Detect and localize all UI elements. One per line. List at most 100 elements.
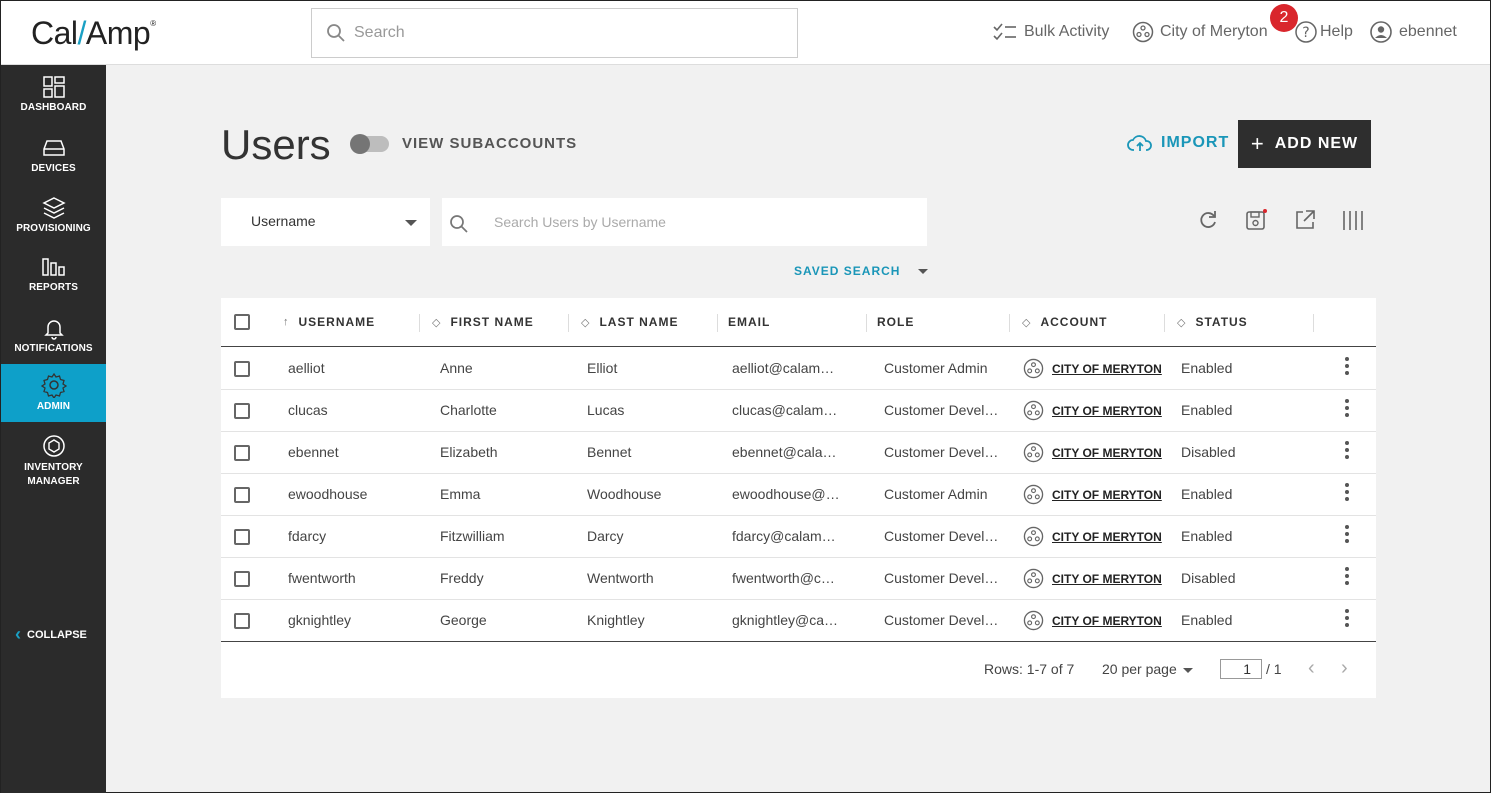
row-actions-icon[interactable] — [1345, 483, 1351, 504]
column-header-account[interactable]: ◇ ACCOUNT — [1022, 315, 1107, 329]
cell-role: Customer Admin — [884, 486, 988, 502]
row-checkbox[interactable] — [234, 613, 250, 629]
account-link[interactable]: CITY OF MERYTON — [1052, 362, 1162, 376]
user-search[interactable] — [442, 198, 927, 246]
row-actions-icon[interactable] — [1345, 399, 1351, 420]
sort-up-icon: ↑ — [283, 316, 290, 328]
bulk-activity-button[interactable]: Bulk Activity — [992, 19, 1109, 45]
row-checkbox[interactable] — [234, 571, 250, 587]
cell-last-name: Lucas — [587, 402, 625, 418]
help-icon: ? — [1295, 21, 1317, 43]
row-checkbox[interactable] — [234, 403, 250, 419]
user-avatar-icon — [1370, 21, 1392, 43]
collapse-button[interactable]: ‹ COLLAPSE — [15, 624, 87, 645]
row-actions-icon[interactable] — [1345, 567, 1351, 588]
table-row[interactable]: clucas Charlotte Lucas clucas@calam… Custome… — [221, 390, 1376, 432]
sidebar-item-inventory-manager[interactable]: INVENTORY MANAGER — [1, 425, 106, 489]
notification-badge: 2 — [1270, 4, 1298, 32]
account-link[interactable]: CITY OF MERYTON — [1052, 572, 1162, 586]
account-switcher[interactable]: City of Meryton — [1132, 19, 1268, 45]
row-actions-icon[interactable] — [1345, 441, 1351, 462]
row-actions-icon[interactable] — [1345, 357, 1351, 378]
cell-account: CITY OF MERYTON — [1023, 400, 1162, 421]
global-search[interactable] — [311, 8, 798, 58]
cell-username: gknightley — [288, 612, 352, 628]
cell-username: fdarcy — [288, 528, 327, 544]
user-menu[interactable]: ebennet — [1369, 19, 1457, 45]
table-row[interactable]: fdarcy Fitzwilliam Darcy fdarcy@calam… Custo… — [221, 516, 1376, 558]
collapse-label: COLLAPSE — [27, 628, 87, 641]
view-subaccounts-toggle[interactable] — [350, 134, 389, 154]
saved-search-button[interactable]: SAVED SEARCH — [794, 264, 929, 278]
account-icon — [1023, 400, 1044, 421]
refresh-icon[interactable] — [1198, 209, 1218, 231]
row-checkbox[interactable] — [234, 529, 250, 545]
sidebar-item-dashboard[interactable]: DASHBOARD — [1, 67, 106, 125]
table-row[interactable]: fwentworth Freddy Wentworth fwentworth@c… Cu… — [221, 558, 1376, 600]
help-button[interactable]: ? Help — [1294, 19, 1353, 45]
table-row[interactable]: aelliot Anne Elliot aelliot@calam… Customer … — [221, 348, 1376, 390]
search-field-select[interactable]: Username — [221, 198, 430, 246]
row-checkbox[interactable] — [234, 445, 250, 461]
gear-icon — [40, 372, 67, 398]
sidebar-item-reports[interactable]: REPORTS — [1, 247, 106, 305]
calamp-logo[interactable]: Cal/Amp® — [31, 15, 156, 52]
cell-account: CITY OF MERYTON — [1023, 610, 1162, 631]
save-icon[interactable] — [1245, 209, 1269, 233]
cell-account: CITY OF MERYTON — [1023, 442, 1162, 463]
sort-icon: ◇ — [581, 316, 591, 329]
row-checkbox[interactable] — [234, 487, 250, 503]
sidebar-item-devices[interactable]: DEVICES — [1, 128, 106, 186]
select-all-checkbox[interactable] — [234, 314, 250, 330]
table-row[interactable]: gknightley George Knightley gknightley@ca… C… — [221, 600, 1376, 642]
top-bar: Cal/Amp® Bulk Activity City of Meryton ?… — [1, 1, 1490, 65]
column-separator — [419, 314, 420, 332]
row-actions-icon[interactable] — [1345, 525, 1351, 546]
column-header-role: ROLE — [877, 315, 915, 329]
column-header-last-name[interactable]: ◇ LAST NAME — [581, 315, 678, 329]
cell-status: Enabled — [1181, 360, 1233, 376]
bulk-activity-label: Bulk Activity — [1024, 23, 1110, 40]
cell-email: fdarcy@calam… — [732, 528, 836, 544]
global-search-input[interactable] — [354, 19, 774, 47]
account-link[interactable]: CITY OF MERYTON — [1052, 488, 1162, 502]
row-checkbox[interactable] — [234, 361, 250, 377]
account-link[interactable]: CITY OF MERYTON — [1052, 530, 1162, 544]
cell-first-name: Fitzwilliam — [440, 528, 505, 544]
cell-status: Disabled — [1181, 444, 1236, 460]
per-page-select[interactable]: 20 per page — [1102, 661, 1193, 677]
columns-icon[interactable] — [1341, 209, 1365, 233]
users-table: ↑ USERNAME ◇ FIRST NAME ◇ LAST NAME EMAIL R… — [221, 298, 1376, 698]
account-icon — [1023, 484, 1044, 505]
export-icon[interactable] — [1294, 209, 1316, 231]
sidebar-item-notifications[interactable]: NOTIFICATIONS — [1, 308, 106, 366]
cloud-upload-icon — [1127, 135, 1152, 151]
sidebar-item-label: DASHBOARD — [20, 102, 87, 113]
column-header-first-name[interactable]: ◇ FIRST NAME — [432, 315, 534, 329]
cell-first-name: Emma — [440, 486, 481, 502]
next-page-icon[interactable]: › — [1341, 657, 1348, 680]
prev-page-icon[interactable]: ‹ — [1308, 657, 1315, 680]
account-link[interactable]: CITY OF MERYTON — [1052, 614, 1162, 628]
sort-icon: ◇ — [1022, 316, 1032, 329]
add-new-button[interactable]: + ADD NEW — [1238, 120, 1371, 168]
sidebar-item-admin[interactable]: ADMIN — [1, 364, 106, 422]
page-number-input[interactable]: 1 — [1220, 659, 1262, 679]
dashboard-icon — [42, 76, 65, 98]
user-search-input[interactable] — [494, 212, 894, 232]
inventory-icon — [42, 435, 65, 457]
bar-chart-icon — [41, 258, 65, 276]
row-actions-icon[interactable] — [1345, 609, 1351, 630]
sidebar-item-provisioning[interactable]: PROVISIONING — [1, 188, 106, 246]
column-header-username[interactable]: ↑ USERNAME — [283, 315, 375, 329]
table-row[interactable]: ewoodhouse Emma Woodhouse ewoodhouse@… Custo… — [221, 474, 1376, 516]
column-header-status[interactable]: ◇ STATUS — [1177, 315, 1248, 329]
table-row[interactable]: ebennet Elizabeth Bennet ebennet@cala… Custo… — [221, 432, 1376, 474]
account-link[interactable]: CITY OF MERYTON — [1052, 404, 1162, 418]
import-button[interactable]: IMPORT — [1127, 133, 1229, 153]
account-link[interactable]: CITY OF MERYTON — [1052, 446, 1162, 460]
sidebar: DASHBOARD DEVICES PROVISIONING REPORTS N… — [1, 65, 106, 547]
caret-down-icon — [918, 268, 929, 274]
cell-first-name: Charlotte — [440, 402, 497, 418]
account-icon — [1023, 610, 1044, 631]
